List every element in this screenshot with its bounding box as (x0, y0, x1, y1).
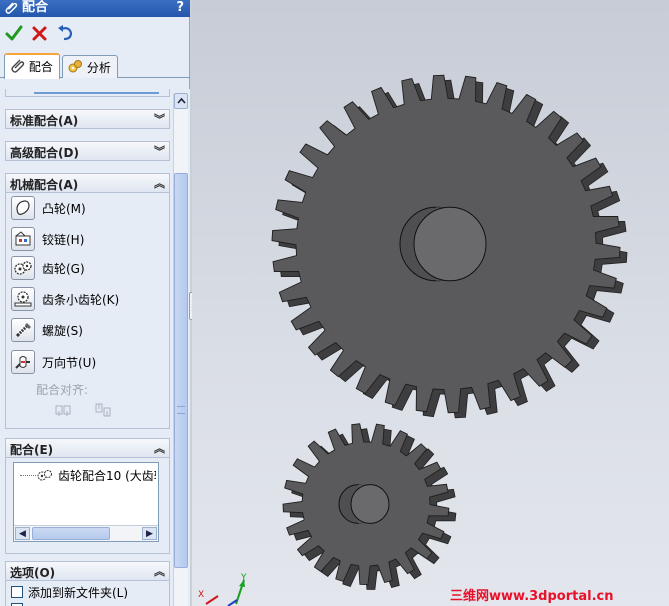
gear-icon (11, 256, 35, 280)
mate-label: 齿轮(G) (42, 262, 85, 276)
mechanical-mates-group: 凸轮(M) 铰链(H) 齿轮(G) 齿条小齿轮(K) 螺旋(S) 万向节(U) … (5, 193, 170, 429)
panel-title: 配合 (22, 0, 49, 15)
x-axis-label: X (198, 590, 204, 600)
tab-label: 分析 (86, 61, 111, 75)
y-axis-label: Y (240, 573, 247, 583)
paperclip-icon (11, 59, 25, 73)
gear-mate-icon (37, 470, 52, 481)
rack-pinion-icon (11, 287, 35, 311)
undo-button[interactable] (55, 22, 75, 44)
mate-label: 铰链(H) (42, 233, 85, 247)
coordinate-triad: X Y (198, 573, 247, 606)
chevron-up-icon: ︽ (154, 177, 165, 190)
chevron-up-icon: ︽ (154, 565, 165, 578)
help-button[interactable]: ? (176, 0, 184, 16)
mate-label: 万向节(U) (42, 356, 97, 370)
chevron-down-icon: ︾ (154, 113, 165, 126)
tab-analysis[interactable]: 分析 (62, 55, 118, 78)
paperclip-icon (5, 2, 18, 14)
mate-label: 齿条小齿轮(K) (42, 293, 120, 307)
scroll-thumb[interactable] (174, 173, 188, 568)
large-gear[interactable] (271, 74, 628, 419)
chevron-up-icon: ︽ (154, 442, 165, 455)
x-axis-line (205, 595, 219, 605)
x-icon (32, 26, 47, 41)
section-advanced-mates[interactable]: 高级配合(D) ︾ (5, 141, 170, 161)
chevron-down-icon: ︾ (154, 145, 165, 158)
section-title: 高级配合(D) (10, 146, 79, 160)
small-gear[interactable] (282, 423, 457, 590)
cam-icon (11, 196, 35, 220)
panel-title-bar: 配合 ? (0, 0, 190, 17)
ok-button[interactable] (4, 22, 24, 44)
tab-label: 配合 (28, 60, 53, 74)
mate-rack-pinion[interactable]: 齿条小齿轮(K) (11, 287, 161, 311)
section-options[interactable]: 选项(O) ︽ (5, 561, 170, 581)
panel-tabs: 配合 分析 (0, 52, 190, 79)
selection-field-edge (34, 92, 159, 94)
graphics-viewport[interactable]: X Y 三维网www.3dportal.cn (192, 0, 669, 606)
mates-list[interactable]: 齿轮配合10 (大齿轮 ◀ ▶ (13, 462, 159, 542)
align-anti-aligned-icon (95, 403, 111, 417)
undo-icon (58, 25, 73, 41)
hub-face (350, 484, 390, 524)
list-item[interactable]: 齿轮配合10 (大齿轮 (20, 467, 156, 483)
option-label: 添加到新文件夹(L) (28, 586, 129, 600)
section-standard-mates[interactable]: 标准配合(A) ︾ (5, 109, 170, 129)
gear-scene: X Y (198, 74, 628, 606)
panel-toolbar (0, 20, 190, 46)
mate-item-label: 齿轮配合10 (大齿轮 (58, 469, 156, 483)
hub-face (413, 206, 487, 282)
tree-connector (20, 475, 36, 476)
scroll-grip (177, 406, 185, 414)
align-anti-aligned-button[interactable] (94, 402, 112, 418)
scroll-left-button[interactable]: ◀ (15, 527, 30, 540)
mates-list-hscroll[interactable]: ◀ ▶ (14, 525, 158, 541)
add-to-new-folder-checkbox[interactable] (11, 586, 23, 598)
site-watermark: 三维网www.3dportal.cn (450, 589, 614, 604)
universal-joint-icon (11, 350, 35, 374)
property-manager-panel: 配合 ? 配合 分析 标准配合(A) ︾ 高级配合(D) ︾ 机械配合(A) ︽… (0, 0, 190, 606)
options-group: 添加到新文件夹(L) (5, 581, 170, 606)
mate-gear[interactable]: 齿轮(G) (11, 256, 161, 280)
scroll-right-button[interactable]: ▶ (142, 527, 157, 540)
panel-scrollbar[interactable] (173, 93, 188, 606)
tab-mates[interactable]: 配合 (4, 53, 60, 79)
align-aligned-button[interactable] (54, 402, 72, 418)
chevron-up-icon (177, 97, 186, 104)
mate-label: 凸轮(M) (42, 202, 86, 216)
cancel-button[interactable] (30, 22, 50, 44)
scroll-up-button[interactable] (174, 93, 188, 109)
mate-hinge[interactable]: 铰链(H) (11, 227, 161, 251)
section-title: 标准配合(A) (10, 114, 79, 128)
check-icon (5, 25, 23, 41)
section-mechanical-mates[interactable]: 机械配合(A) ︽ (5, 173, 170, 193)
alignment-label: 配合对齐: (36, 383, 89, 397)
hinge-icon (11, 227, 35, 251)
analysis-icon (68, 60, 82, 73)
group-box-remnant (5, 89, 170, 97)
mate-screw[interactable]: 螺旋(S) (11, 318, 161, 342)
hscroll-thumb[interactable] (32, 527, 110, 540)
section-title: 选项(O) (10, 566, 56, 580)
screw-icon (11, 318, 35, 342)
mate-cam[interactable]: 凸轮(M) (11, 196, 161, 220)
section-title: 配合(E) (10, 443, 54, 457)
mate-label: 螺旋(S) (42, 324, 83, 338)
align-aligned-icon (55, 405, 71, 416)
section-title: 机械配合(A) (10, 178, 79, 192)
section-mates[interactable]: 配合(E) ︽ (5, 438, 170, 458)
mate-universal-joint[interactable]: 万向节(U) (11, 350, 161, 374)
